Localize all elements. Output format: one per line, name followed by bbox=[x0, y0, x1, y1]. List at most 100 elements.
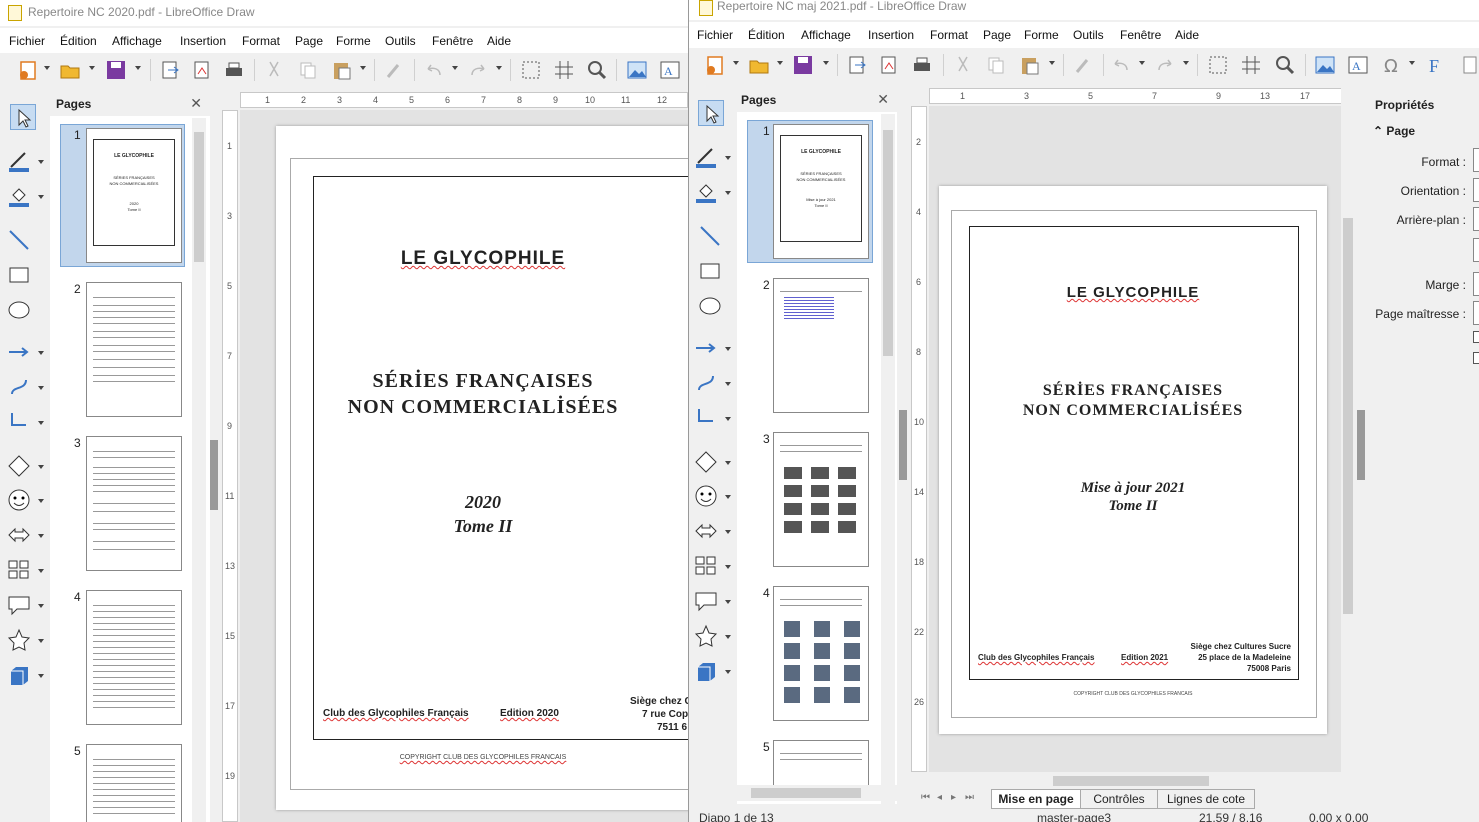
basic-shapes-dropdown-icon[interactable] bbox=[38, 465, 44, 469]
tab-lignes-de-cote[interactable]: Lignes de cote bbox=[1157, 789, 1255, 809]
copy-icon[interactable] bbox=[296, 59, 320, 81]
canvas-hscrollbar[interactable] bbox=[929, 773, 1341, 789]
rectangle-tool-icon[interactable] bbox=[697, 258, 723, 284]
save-icon[interactable] bbox=[104, 59, 128, 81]
fill-color-icon[interactable] bbox=[6, 183, 32, 209]
line-color-dropdown-icon[interactable] bbox=[725, 156, 731, 160]
pages-hscrollbar[interactable] bbox=[737, 785, 897, 801]
checkbox-1[interactable] bbox=[1473, 331, 1479, 343]
3d-objects-dropdown-icon[interactable] bbox=[38, 674, 44, 678]
symbol-shapes-icon[interactable] bbox=[693, 483, 719, 509]
menu-format[interactable]: Format bbox=[930, 28, 968, 42]
arrow-tool-icon[interactable] bbox=[693, 335, 719, 361]
star-dropdown-icon[interactable] bbox=[38, 639, 44, 643]
zoom-icon[interactable] bbox=[585, 59, 609, 81]
export-icon[interactable] bbox=[158, 59, 182, 81]
zoom-icon[interactable] bbox=[1273, 54, 1297, 76]
flowchart-icon[interactable] bbox=[6, 557, 32, 583]
insert-image-icon[interactable] bbox=[1313, 54, 1337, 76]
orientation-field[interactable] bbox=[1473, 178, 1479, 202]
print-icon[interactable] bbox=[222, 59, 246, 81]
special-character-icon[interactable]: Ω bbox=[1379, 54, 1403, 77]
menu-affichage[interactable]: Affichage bbox=[112, 34, 162, 48]
undo-dropdown-icon[interactable] bbox=[1139, 61, 1145, 65]
last-tab-icon[interactable]: ⏭ bbox=[965, 792, 974, 803]
export-pdf-icon[interactable] bbox=[190, 59, 214, 81]
flowchart-icon[interactable] bbox=[693, 553, 719, 579]
callout-dropdown-icon[interactable] bbox=[38, 604, 44, 608]
open-icon[interactable] bbox=[58, 59, 82, 81]
clone-formatting-icon[interactable] bbox=[382, 59, 406, 81]
toggle-extrusion-icon[interactable] bbox=[1459, 54, 1479, 76]
connector-tool-icon[interactable] bbox=[6, 409, 32, 435]
line-color-icon[interactable] bbox=[693, 144, 719, 170]
drawing-canvas[interactable]: LE GLYCOPHILE SÉRİES FRANÇAISES NON COMM… bbox=[929, 106, 1341, 772]
arrow-dropdown-icon[interactable] bbox=[38, 351, 44, 355]
callout-icon[interactable] bbox=[693, 588, 719, 614]
insert-textbox-icon[interactable]: A bbox=[1346, 54, 1370, 76]
menu-page[interactable]: Page bbox=[983, 28, 1011, 42]
page-thumbnail-1[interactable]: LE GLYCOPHILE SÉRIES FRANÇAISES NON COMM… bbox=[773, 124, 869, 259]
basic-shapes-icon[interactable] bbox=[6, 453, 32, 479]
sidebar-splitter-handle[interactable] bbox=[1357, 410, 1365, 480]
line-tool-icon[interactable] bbox=[697, 223, 723, 249]
basic-shapes-icon[interactable] bbox=[693, 449, 719, 475]
paste-dropdown-icon[interactable] bbox=[1049, 61, 1055, 65]
redo-dropdown-icon[interactable] bbox=[496, 66, 502, 70]
menu-outils[interactable]: Outils bbox=[1073, 28, 1104, 42]
page-thumbnail-4[interactable] bbox=[773, 586, 869, 721]
block-arrows-dropdown-icon[interactable] bbox=[38, 534, 44, 538]
open-dropdown-icon[interactable] bbox=[89, 66, 95, 70]
flowchart-dropdown-icon[interactable] bbox=[38, 569, 44, 573]
connector-dropdown-icon[interactable] bbox=[725, 417, 731, 421]
print-icon[interactable] bbox=[910, 54, 934, 76]
flowchart-dropdown-icon[interactable] bbox=[725, 565, 731, 569]
arrow-tool-icon[interactable] bbox=[6, 339, 32, 365]
fill-color-icon[interactable] bbox=[693, 179, 719, 205]
close-icon[interactable]: ✕ bbox=[190, 95, 202, 112]
ellipse-tool-icon[interactable] bbox=[697, 293, 723, 319]
callout-icon[interactable] bbox=[6, 592, 32, 618]
cut-icon[interactable] bbox=[262, 59, 286, 81]
menu-insertion[interactable]: Insertion bbox=[868, 28, 914, 42]
3d-objects-icon[interactable] bbox=[693, 658, 719, 684]
callout-dropdown-icon[interactable] bbox=[725, 600, 731, 604]
select-tool-icon[interactable] bbox=[698, 100, 724, 126]
3d-objects-dropdown-icon[interactable] bbox=[725, 670, 731, 674]
page-thumbnail-3[interactable] bbox=[773, 432, 869, 567]
new-icon[interactable] bbox=[16, 59, 40, 81]
page-thumbnail-5[interactable] bbox=[86, 744, 182, 822]
rectangle-tool-icon[interactable] bbox=[6, 262, 32, 288]
select-tool-icon[interactable] bbox=[10, 104, 36, 130]
symbol-shapes-icon[interactable] bbox=[6, 487, 32, 513]
symbol-shapes-dropdown-icon[interactable] bbox=[38, 499, 44, 503]
fill-color-dropdown-icon[interactable] bbox=[725, 191, 731, 195]
connector-dropdown-icon[interactable] bbox=[38, 421, 44, 425]
open-icon[interactable] bbox=[747, 54, 771, 76]
page-thumbnail-2[interactable] bbox=[86, 282, 182, 417]
checkbox-2[interactable] bbox=[1473, 352, 1479, 364]
undo-icon[interactable] bbox=[1109, 54, 1133, 76]
page-section-header[interactable]: ⌃ Page bbox=[1373, 124, 1415, 138]
canvas-vscrollbar[interactable] bbox=[1341, 88, 1355, 772]
grid-icon[interactable] bbox=[1206, 54, 1230, 76]
arrow-dropdown-icon[interactable] bbox=[725, 347, 731, 351]
save-dropdown-icon[interactable] bbox=[135, 66, 141, 70]
first-tab-icon[interactable]: ⏮ bbox=[921, 792, 930, 803]
undo-dropdown-icon[interactable] bbox=[452, 66, 458, 70]
background-field[interactable] bbox=[1473, 207, 1479, 231]
format-field[interactable] bbox=[1473, 148, 1479, 172]
menu-forme[interactable]: Forme bbox=[336, 34, 371, 48]
symbol-shapes-dropdown-icon[interactable] bbox=[725, 495, 731, 499]
margin-field[interactable] bbox=[1473, 272, 1479, 296]
prev-tab-icon[interactable]: ◂ bbox=[937, 792, 942, 803]
master-page-indicator[interactable]: master-page3 bbox=[1037, 811, 1111, 822]
copy-icon[interactable] bbox=[984, 54, 1008, 76]
splitter-handle[interactable] bbox=[899, 410, 907, 480]
menu-aide[interactable]: Aide bbox=[487, 34, 511, 48]
block-arrows-icon[interactable] bbox=[693, 518, 719, 544]
star-icon[interactable] bbox=[693, 623, 719, 649]
fill-color-dropdown-icon[interactable] bbox=[38, 195, 44, 199]
block-arrows-icon[interactable] bbox=[6, 522, 32, 548]
page-thumbnail-2[interactable] bbox=[773, 278, 869, 413]
